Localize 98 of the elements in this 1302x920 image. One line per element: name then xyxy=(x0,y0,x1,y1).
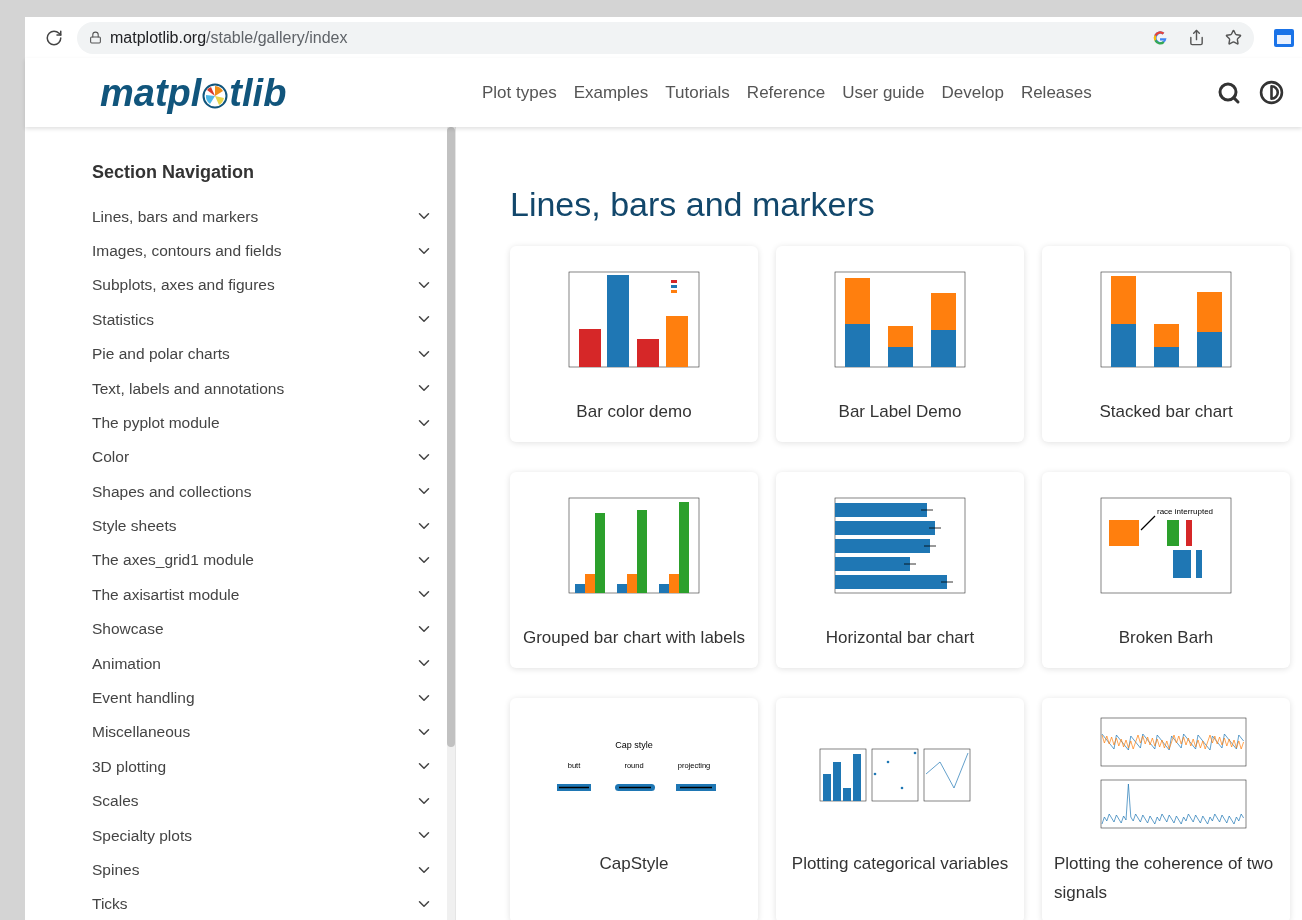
sidebar-item[interactable]: Statistics xyxy=(92,302,433,337)
sidebar-item[interactable]: Subplots, axes and figures xyxy=(92,267,433,303)
nav-link[interactable]: Develop xyxy=(941,79,1004,106)
chart-annotation: race interrupted xyxy=(1157,507,1214,516)
sidebar-item[interactable]: Showcase xyxy=(92,611,433,647)
data-point xyxy=(913,751,917,755)
cap-style-line xyxy=(615,784,655,791)
bar xyxy=(1109,520,1139,546)
example-title[interactable]: Bar color demo xyxy=(576,397,692,426)
bar xyxy=(1196,550,1202,578)
bar xyxy=(1154,324,1179,347)
bar xyxy=(637,339,659,367)
example-title[interactable]: Grouped bar chart with labels xyxy=(522,623,746,652)
example-card[interactable]: Stacked bar chart xyxy=(1042,246,1290,442)
page-heading: Lines, bars and markers xyxy=(510,184,876,225)
sidebar-item[interactable]: Lines, bars and markers xyxy=(92,199,433,234)
plot-frame xyxy=(871,748,919,802)
bar xyxy=(1111,276,1136,324)
example-title[interactable]: CapStyle xyxy=(599,849,669,878)
example-card[interactable]: Plotting categorical variables xyxy=(776,698,1024,920)
bookmark-star-icon[interactable] xyxy=(1225,29,1242,46)
reload-icon[interactable] xyxy=(45,28,63,47)
example-card[interactable]: Plotting the coherence of two signals xyxy=(1042,698,1290,920)
nav-link[interactable]: Plot types xyxy=(482,79,557,106)
google-icon[interactable] xyxy=(1152,29,1168,46)
example-card[interactable]: Bar Label Demo xyxy=(776,246,1024,442)
example-title[interactable]: Plotting the coherence of two signals xyxy=(1054,849,1278,907)
bar xyxy=(666,316,688,367)
cap-style-line xyxy=(557,784,591,791)
nav-link[interactable]: Reference xyxy=(746,79,826,106)
sidebar-item[interactable]: Shapes and collections xyxy=(92,474,433,509)
bar xyxy=(1186,520,1192,546)
sidebar-item[interactable]: Color xyxy=(92,439,433,475)
nav-link[interactable]: Examples xyxy=(573,79,649,106)
plot-frame xyxy=(923,748,971,802)
nav-link[interactable]: Tutorials xyxy=(665,79,730,106)
url-text: matplotlib.org/stable/gallery/index xyxy=(110,27,349,48)
example-card[interactable]: race interrupted Broken Barh xyxy=(1042,472,1290,668)
cap-style-line xyxy=(676,784,716,791)
matplotlib-logo[interactable]: matpl tlib xyxy=(100,73,482,112)
sidebar-item[interactable]: Event handling xyxy=(92,680,433,715)
sidebar-item[interactable]: Style sheets xyxy=(92,508,433,543)
sidebar-item[interactable]: Miscellaneous xyxy=(92,714,433,750)
bar xyxy=(888,326,913,347)
section-navigation-title: Section Navigation xyxy=(92,161,256,184)
sidebar-item[interactable]: Text, labels and annotations xyxy=(92,370,433,406)
sidebar-item[interactable]: Spines xyxy=(92,852,433,887)
bar xyxy=(888,347,913,367)
theme-toggle-icon[interactable] xyxy=(1259,80,1284,105)
scrollbar[interactable] xyxy=(447,127,455,920)
sidebar-item[interactable]: The pyplot module xyxy=(92,405,433,440)
sidebar-item[interactable]: The axes_grid1 module xyxy=(92,542,433,578)
bar xyxy=(833,762,841,801)
sidebar-item[interactable]: Images, contours and fields xyxy=(92,233,433,268)
bar xyxy=(931,330,956,367)
bar xyxy=(1111,324,1136,367)
example-card[interactable]: Bar color demo xyxy=(510,246,758,442)
bar xyxy=(853,754,861,801)
bar xyxy=(1154,347,1179,367)
share-icon[interactable] xyxy=(1188,29,1205,46)
example-title[interactable]: Plotting categorical variables xyxy=(791,849,1009,878)
chart-title: Cap style xyxy=(615,740,653,750)
bar xyxy=(843,788,851,801)
bar xyxy=(579,329,601,367)
bar xyxy=(1173,550,1191,578)
sidebar-item[interactable]: The axisartist module xyxy=(92,577,433,612)
example-title[interactable]: Broken Barh xyxy=(1118,623,1214,652)
example-title[interactable]: Bar Label Demo xyxy=(838,397,962,426)
bar xyxy=(845,324,870,367)
data-point xyxy=(886,760,890,764)
plot-frame xyxy=(819,748,867,802)
line-series xyxy=(925,752,969,789)
bar xyxy=(845,278,870,324)
data-point xyxy=(873,772,877,776)
example-card[interactable]: Horizontal bar chart xyxy=(776,472,1024,668)
bar xyxy=(1167,520,1179,546)
legend xyxy=(671,280,677,293)
address-bar[interactable]: matplotlib.org/stable/gallery/index xyxy=(77,21,1254,54)
sidebar-item[interactable]: Specialty plots xyxy=(92,818,433,853)
extension-icon[interactable] xyxy=(1274,28,1294,47)
example-card[interactable]: Grouped bar chart with labels xyxy=(510,472,758,668)
nav-link[interactable]: User guide xyxy=(842,79,925,106)
sidebar-item[interactable]: Animation xyxy=(92,646,433,681)
sidebar-item[interactable]: Ticks xyxy=(92,886,433,920)
sidebar-item[interactable]: 3D plotting xyxy=(92,749,433,784)
leader-line xyxy=(1140,515,1156,531)
lock-icon xyxy=(89,31,102,44)
bar xyxy=(1197,332,1222,367)
bar xyxy=(1197,292,1222,332)
sidebar-item[interactable]: Scales xyxy=(92,783,433,819)
example-title[interactable]: Horizontal bar chart xyxy=(825,623,975,652)
search-icon[interactable] xyxy=(1217,80,1241,105)
data-point xyxy=(900,786,904,790)
nav-link[interactable]: Releases xyxy=(1020,79,1092,106)
sidebar-item[interactable]: Pie and polar charts xyxy=(92,336,433,371)
bar xyxy=(823,774,831,801)
bar xyxy=(931,293,956,330)
example-title[interactable]: Stacked bar chart xyxy=(1099,397,1233,426)
